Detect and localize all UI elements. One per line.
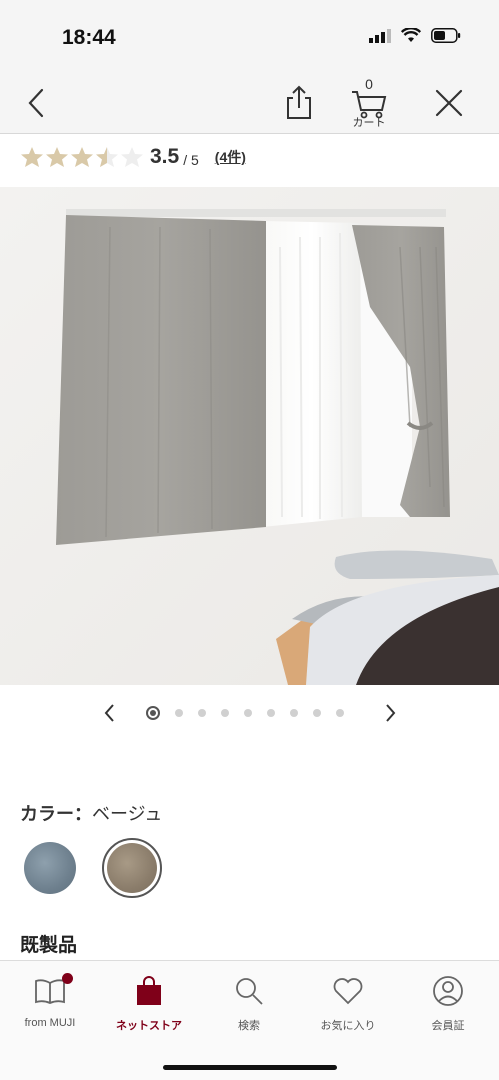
rating-max: / 5 [183,151,199,168]
notification-badge [62,973,73,984]
member-card-icon [433,976,463,1006]
tab-bar: from MUJI ネットストア 検索 お気に入り 会員証 [0,960,499,1080]
color-swatch-beige-selected[interactable] [102,838,162,898]
search-icon [236,978,263,1005]
rating: 3.5 / 5 (4件) [20,142,246,172]
tab-label: ネットストア [116,1020,182,1032]
status-time: 18:44 [62,26,116,49]
review-count-link[interactable]: (4件) [215,147,246,167]
carousel-dot-active[interactable] [146,706,160,720]
tab-search[interactable]: 検索 [199,973,299,1033]
carousel-dot[interactable] [290,709,298,717]
tab-label: from MUJI [24,1017,76,1029]
battery-icon [431,28,461,48]
star-full-icon [71,147,93,167]
color-swatch-blue-gray[interactable] [24,842,76,894]
tab-label: 検索 [238,1020,260,1032]
rating-stars [20,146,144,168]
chevron-left-icon [28,88,44,118]
star-full-icon [46,147,68,167]
chevron-left-icon [104,704,114,722]
tab-from-muji[interactable]: from MUJI [0,973,100,1029]
carousel-dot[interactable] [198,709,206,717]
carousel-dot[interactable] [221,709,229,717]
carousel-dot[interactable] [175,709,183,717]
close-button[interactable] [432,86,466,120]
share-icon [287,85,311,119]
heart-icon [333,978,363,1005]
back-button[interactable] [20,86,54,120]
carousel-dot[interactable] [336,709,344,717]
image-carousel-controls [0,700,499,726]
status-bar: 18:44 [0,0,499,72]
wifi-icon [400,27,422,48]
cart-button[interactable]: 0 カート [346,76,392,130]
tab-favorites[interactable]: お気に入り [298,973,398,1033]
star-half-icon [96,147,118,167]
nav-bar: 0 カート [0,72,499,134]
close-icon [435,89,463,117]
carousel-dot[interactable] [267,709,275,717]
tab-member-card[interactable]: 会員証 [398,973,498,1033]
home-indicator [163,1065,337,1070]
carousel-dot[interactable] [313,709,321,717]
rating-value: 3.5 [150,145,180,168]
curtain-photo [0,187,499,685]
color-value: ベージュ [92,804,163,824]
color-swatches [24,838,162,898]
star-empty-icon [121,147,143,167]
color-swatch-beige [107,843,157,893]
carousel-dots [146,705,344,721]
tab-label: お気に入り [320,1020,376,1032]
carousel-dot[interactable] [244,709,252,717]
cart-label: カート [352,117,386,129]
chevron-right-icon [386,704,396,722]
star-full-icon [21,147,43,167]
shopping-bag-icon [137,976,161,1005]
share-button[interactable] [282,84,316,122]
product-image[interactable] [0,187,499,685]
signal-icon [369,28,391,48]
color-selection-label: カラー：ベージュ [20,800,162,826]
section-title: 既製品 [20,935,78,956]
color-label: カラー： [20,804,92,824]
carousel-prev-button[interactable] [100,702,120,724]
tab-label: 会員証 [431,1020,465,1032]
tab-net-store[interactable]: ネットストア [99,973,199,1033]
carousel-next-button[interactable] [380,702,400,724]
status-icons [369,27,461,48]
